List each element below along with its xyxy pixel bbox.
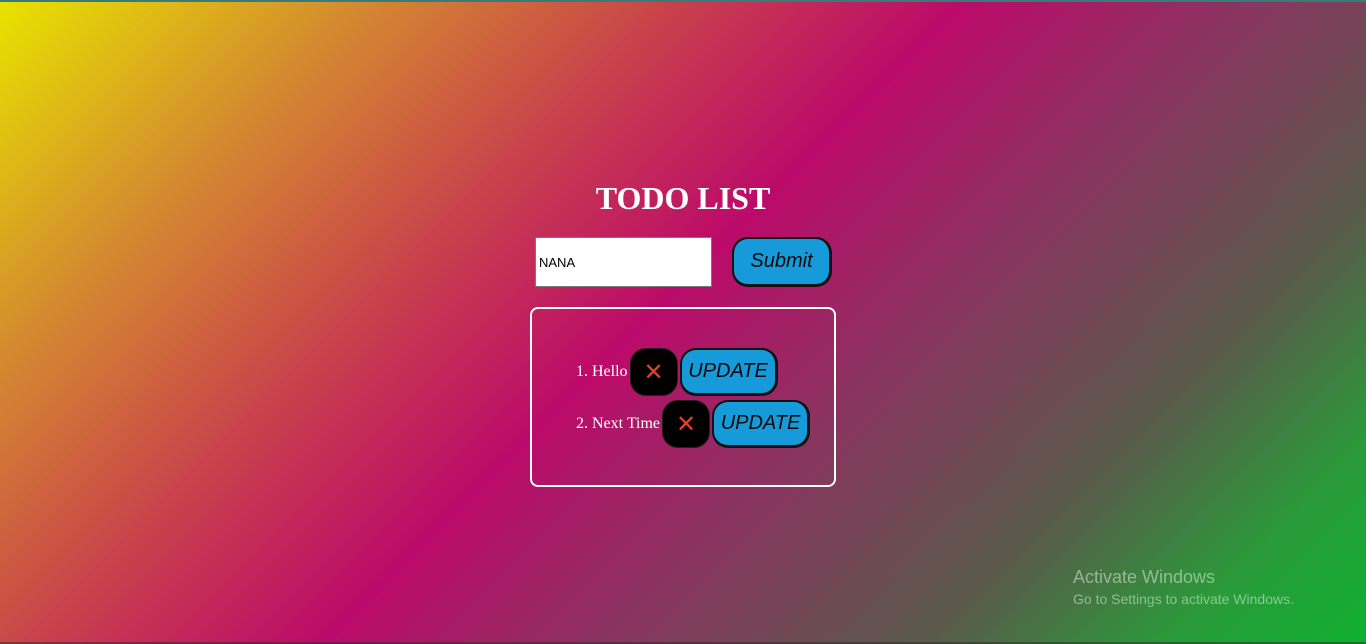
- list-item: 1. Hello ✕ UPDATE: [576, 347, 778, 397]
- todo-item-number: 1.: [576, 363, 588, 380]
- todo-item-label: Next Time: [592, 415, 661, 432]
- todo-input[interactable]: [535, 237, 712, 287]
- delete-button[interactable]: ✕: [629, 348, 678, 396]
- watermark-subtitle: Go to Settings to activate Windows.: [1073, 591, 1294, 607]
- update-button[interactable]: UPDATE: [712, 400, 811, 448]
- page-title: TODO LIST: [595, 180, 771, 216]
- update-button[interactable]: UPDATE: [679, 348, 778, 396]
- delete-button[interactable]: ✕: [662, 400, 711, 448]
- close-icon: ✕: [643, 358, 664, 386]
- top-border: [0, 0, 1366, 2]
- todo-item-text: 2. Next Time: [576, 415, 660, 433]
- todo-item-text: 1. Hello: [576, 363, 628, 381]
- watermark-title: Activate Windows: [1073, 567, 1216, 587]
- todo-list: 1. Hello ✕ UPDATE 2. Next Time ✕ UPDATE: [530, 307, 836, 487]
- list-item: 2. Next Time ✕ UPDATE: [576, 399, 811, 449]
- submit-button[interactable]: Submit: [732, 237, 832, 287]
- activate-windows-watermark: Activate Windows Go to Settings to activ…: [1073, 566, 1294, 610]
- close-icon: ✕: [675, 410, 697, 438]
- todo-item-label: Hello: [592, 363, 628, 380]
- todo-item-number: 2.: [576, 415, 588, 432]
